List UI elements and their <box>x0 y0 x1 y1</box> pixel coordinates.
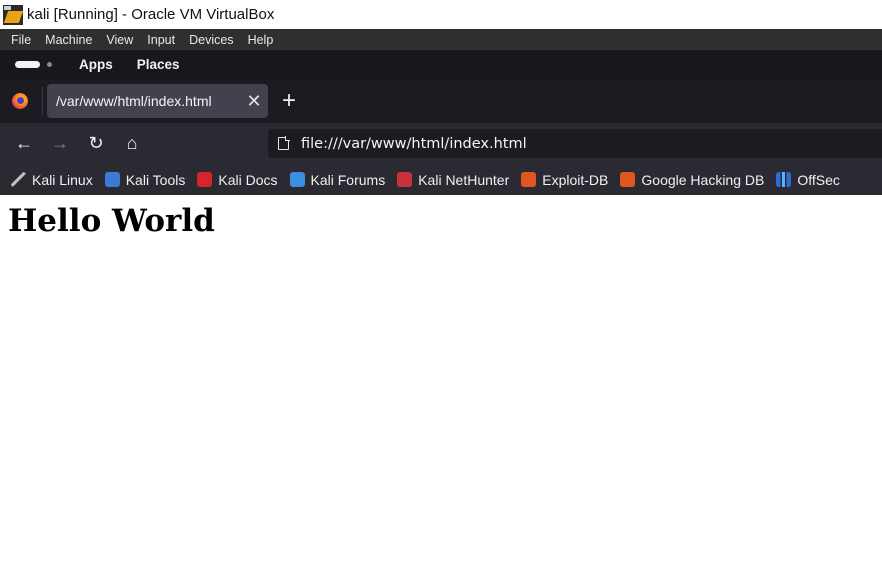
menu-machine[interactable]: Machine <box>38 33 99 47</box>
tab-separator <box>42 87 43 115</box>
bookmark-offsec[interactable]: OffSec <box>776 172 840 188</box>
page-icon <box>278 136 290 150</box>
window-title: kali [Running] - Oracle VM VirtualBox <box>27 6 275 23</box>
forward-button[interactable]: → <box>42 128 78 160</box>
bookmark-exploit-db[interactable]: Exploit-DB <box>521 172 608 188</box>
vm-menu-bar: File Machine View Input Devices Help <box>0 29 882 50</box>
bookmarks-toolbar: Kali Linux Kali Tools Kali Docs Kali For… <box>0 164 882 195</box>
tab-title: /var/www/html/index.html <box>56 93 212 109</box>
virtualbox-icon <box>3 4 24 25</box>
close-icon[interactable]: ✕ <box>240 91 268 112</box>
url-text[interactable]: file:///var/www/html/index.html <box>301 136 527 152</box>
menu-view[interactable]: View <box>99 33 140 47</box>
workspace-indicator[interactable] <box>15 61 65 68</box>
home-button[interactable]: ⌂ <box>114 128 150 160</box>
bookmark-label: Kali Tools <box>125 171 186 188</box>
bookmark-kali-linux[interactable]: Kali Linux <box>11 172 93 188</box>
bookmark-kali-docs[interactable]: Kali Docs <box>197 171 278 188</box>
bookmark-google-hacking-db[interactable]: Google Hacking DB <box>620 172 764 188</box>
exploit-db-icon <box>521 172 537 187</box>
bookmark-label: Kali Docs <box>218 171 278 188</box>
bookmark-label: Kali Linux <box>32 171 93 188</box>
window-title-bar: kali [Running] - Oracle VM VirtualBox <box>0 0 882 29</box>
page-content: Hello World <box>0 195 882 577</box>
new-tab-button[interactable]: + <box>282 89 296 113</box>
bookmark-label: Kali Forums <box>310 171 386 188</box>
page-heading: Hello World <box>8 203 215 239</box>
active-workspace-pill <box>15 61 40 68</box>
tab-strip: /var/www/html/index.html ✕ + <box>0 79 882 123</box>
menu-devices[interactable]: Devices <box>182 33 240 47</box>
navigation-toolbar: ← → ↻ ⌂ file:///var/www/html/index.html <box>0 123 882 164</box>
kali-linux-icon <box>11 172 26 187</box>
kali-forums-icon <box>289 172 305 187</box>
menu-file[interactable]: File <box>4 33 38 47</box>
back-button[interactable]: ← <box>6 128 42 160</box>
bookmark-kali-tools[interactable]: Kali Tools <box>104 171 186 188</box>
menu-input[interactable]: Input <box>140 33 182 47</box>
workspace-dot <box>47 62 52 67</box>
kali-nethunter-icon <box>397 172 413 187</box>
kali-docs-icon <box>197 172 213 187</box>
desktop-top-panel: Apps Places <box>0 50 882 79</box>
kali-tools-icon <box>104 172 120 187</box>
bookmark-kali-nethunter[interactable]: Kali NetHunter <box>397 172 509 188</box>
menu-help[interactable]: Help <box>241 33 281 47</box>
tab-active[interactable]: /var/www/html/index.html ✕ <box>47 84 268 118</box>
offsec-icon <box>776 172 792 187</box>
reload-button[interactable]: ↻ <box>78 128 114 160</box>
apps-menu[interactable]: Apps <box>79 57 113 72</box>
firefox-icon[interactable] <box>12 93 28 109</box>
bookmark-label: OffSec <box>797 171 840 188</box>
bookmark-label: Exploit-DB <box>542 171 609 188</box>
bookmark-label: Kali NetHunter <box>418 171 510 188</box>
address-bar[interactable]: file:///var/www/html/index.html <box>268 129 882 158</box>
bookmark-kali-forums[interactable]: Kali Forums <box>289 171 386 188</box>
ghdb-icon <box>620 172 636 187</box>
bookmark-label: Google Hacking DB <box>641 171 765 188</box>
places-menu[interactable]: Places <box>137 57 180 72</box>
